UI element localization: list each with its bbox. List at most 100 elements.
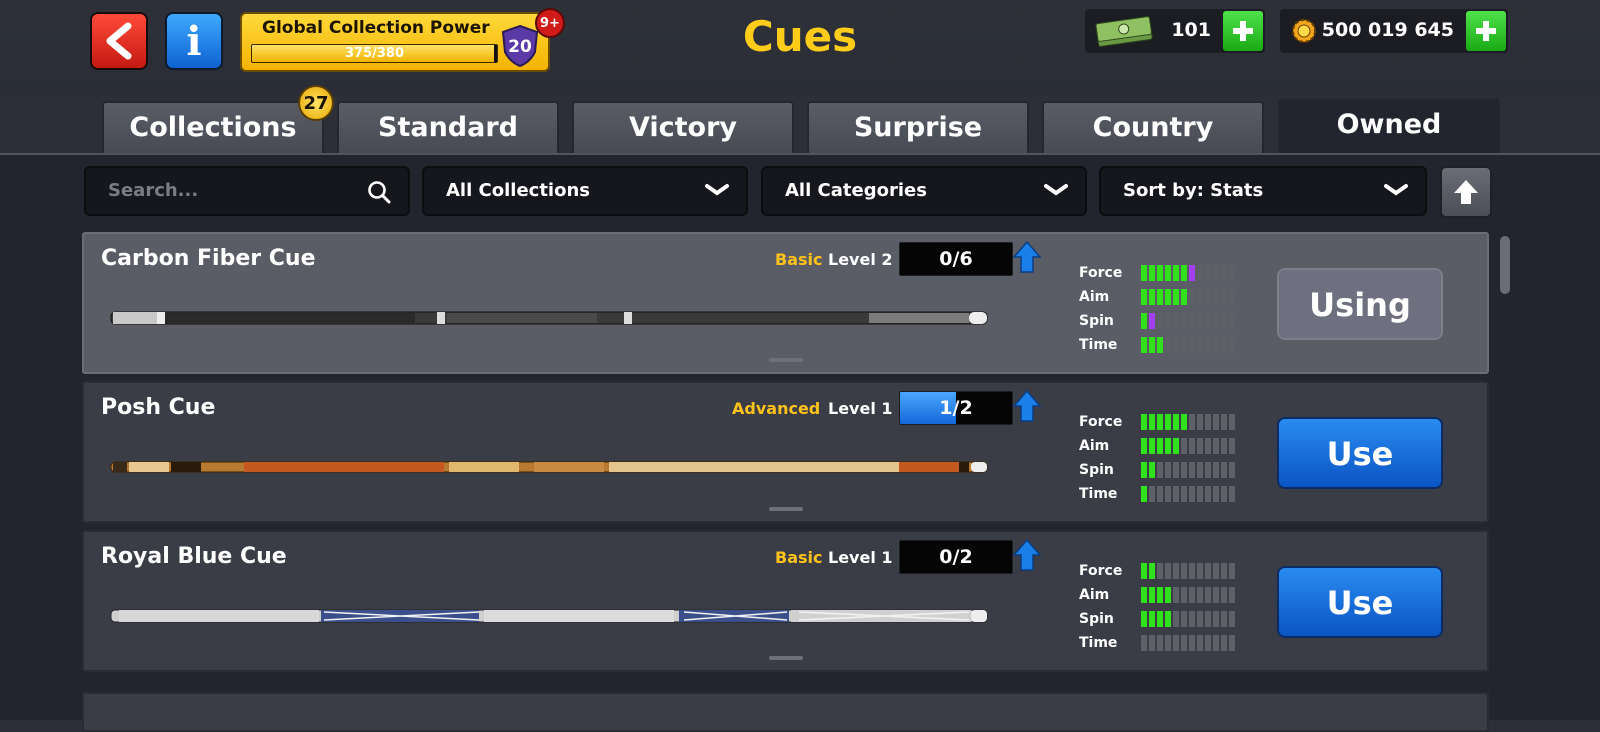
global-collection-power[interactable]: Global Collection Power 375/380 20 [240, 12, 550, 72]
upgrade-arrow-icon[interactable] [1012, 240, 1042, 274]
stat-segment [1141, 313, 1147, 329]
upgrade-arrow-icon[interactable] [1012, 538, 1042, 572]
stat-bar-time [1141, 635, 1235, 651]
stat-segment [1181, 611, 1187, 627]
collections-dropdown[interactable]: All Collections [422, 166, 748, 216]
stat-segment [1229, 337, 1235, 353]
use-button[interactable]: Use [1277, 417, 1443, 489]
stat-segment [1213, 337, 1219, 353]
tab-victory[interactable]: Victory [572, 101, 794, 153]
stat-segment [1149, 414, 1155, 430]
stat-segment [1197, 486, 1203, 502]
stat-segment [1205, 289, 1211, 305]
gcp-progress-bar: 375/380 [251, 44, 498, 63]
cue-image [110, 311, 988, 325]
stat-segment [1157, 563, 1163, 579]
tab-surprise[interactable]: Surprise [807, 101, 1029, 153]
cue-card[interactable]: Royal Blue Cue Basic Level 1 0/2 Force A… [82, 530, 1489, 672]
stat-label: Aim [1079, 438, 1110, 454]
stat-segment [1165, 414, 1171, 430]
stat-segment [1173, 462, 1179, 478]
buy-cash-button[interactable] [1223, 11, 1263, 51]
stat-segment [1149, 587, 1155, 603]
back-button[interactable] [90, 12, 148, 70]
stat-label: Aim [1079, 587, 1110, 603]
stat-row-time: Time [1079, 334, 1239, 358]
cue-category: Advanced [732, 399, 821, 418]
stat-segment [1221, 337, 1227, 353]
categories-dropdown-value: All Categories [785, 180, 927, 201]
stat-segment [1149, 462, 1155, 478]
upgrade-progress-text: 0/2 [939, 546, 973, 568]
cue-card[interactable]: Carbon Fiber Cue Basic Level 2 0/6 Force… [82, 232, 1489, 374]
cue-card-partial[interactable] [82, 692, 1489, 732]
tab-bar: Collections Standard Victory Surprise Co… [0, 95, 1600, 156]
stat-bar-time [1141, 337, 1235, 353]
upgrade-arrow-icon[interactable] [1012, 389, 1042, 423]
stat-label: Spin [1079, 611, 1114, 627]
stat-segment [1149, 313, 1155, 329]
stat-segment [1149, 563, 1155, 579]
expand-handle[interactable] [769, 656, 803, 660]
stat-segment [1141, 611, 1147, 627]
stat-segment [1229, 438, 1235, 454]
stat-segment [1165, 313, 1171, 329]
cue-name: Carbon Fiber Cue [101, 246, 316, 271]
gcp-progress-text: 375/380 [344, 46, 405, 61]
stat-row-force: Force [1079, 560, 1239, 584]
search-input[interactable]: Search... [84, 166, 410, 216]
stat-segment [1141, 635, 1147, 651]
cash-value: 101 [1171, 19, 1211, 41]
stat-segment [1173, 265, 1179, 281]
stat-segment [1205, 265, 1211, 281]
stat-segment [1165, 611, 1171, 627]
stat-bar-spin [1141, 611, 1235, 627]
stat-segment [1173, 414, 1179, 430]
stat-segment [1213, 265, 1219, 281]
page-title: Cues [742, 12, 858, 61]
stat-segment [1213, 563, 1219, 579]
stat-segment [1213, 289, 1219, 305]
stat-bar-force [1141, 414, 1235, 430]
stat-segment [1221, 313, 1227, 329]
stat-label: Time [1079, 337, 1118, 353]
gcp-label: Global Collection Power [262, 18, 490, 38]
cue-list: Carbon Fiber Cue Basic Level 2 0/6 Force… [0, 228, 1600, 732]
stat-segment [1165, 486, 1171, 502]
cue-card[interactable]: Posh Cue Advanced Level 1 1/2 Force Aim … [82, 381, 1489, 523]
collections-badge: 27 [298, 85, 334, 121]
stat-segment [1189, 563, 1195, 579]
categories-dropdown[interactable]: All Categories [761, 166, 1087, 216]
stat-segment [1141, 587, 1147, 603]
sort-dropdown[interactable]: Sort by: Stats [1099, 166, 1427, 216]
stat-segment [1173, 635, 1179, 651]
use-button[interactable]: Use [1277, 566, 1443, 638]
coin-gear-icon [1292, 19, 1316, 43]
using-button[interactable]: Using [1277, 268, 1443, 340]
stat-segment [1141, 265, 1147, 281]
stat-segment [1141, 462, 1147, 478]
stat-segment [1221, 289, 1227, 305]
info-button[interactable]: i [165, 12, 223, 70]
tab-collections[interactable]: Collections [102, 101, 324, 153]
stat-bar-spin [1141, 313, 1235, 329]
scroll-to-top-button[interactable] [1440, 166, 1492, 218]
stat-segment [1181, 563, 1187, 579]
stat-segment [1181, 337, 1187, 353]
search-placeholder: Search... [108, 180, 199, 201]
tab-standard[interactable]: Standard [337, 101, 559, 153]
tab-country[interactable]: Country [1042, 101, 1264, 153]
stat-segment [1173, 611, 1179, 627]
expand-handle[interactable] [769, 507, 803, 511]
list-scrollbar[interactable] [1500, 236, 1510, 294]
stat-segment [1221, 611, 1227, 627]
tab-owned[interactable]: Owned [1278, 98, 1500, 156]
stat-segment [1221, 587, 1227, 603]
stat-segment [1189, 289, 1195, 305]
stat-segment [1189, 462, 1195, 478]
upgrade-progress: 0/2 [899, 540, 1013, 574]
level-shield-icon: 20 [501, 24, 539, 68]
stat-segment [1205, 611, 1211, 627]
expand-handle[interactable] [769, 358, 803, 362]
buy-coins-button[interactable] [1466, 11, 1506, 51]
